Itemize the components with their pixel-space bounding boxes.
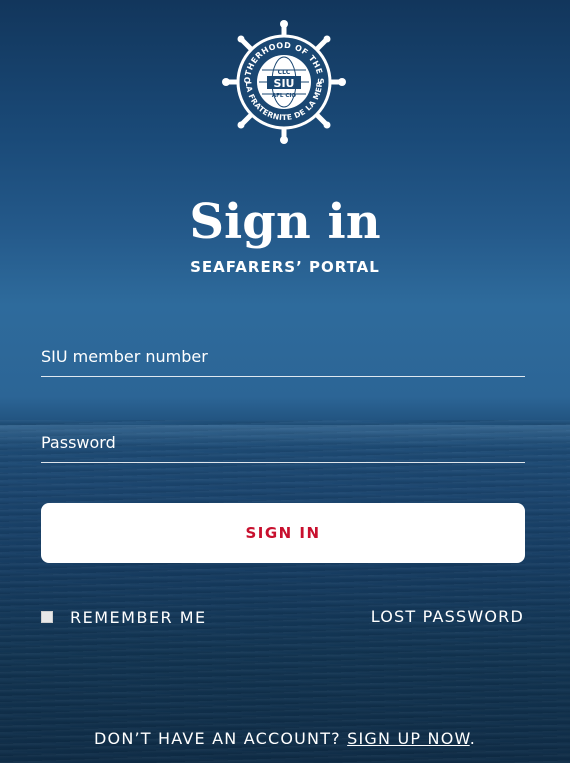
password-input[interactable] xyxy=(41,422,525,462)
password-field xyxy=(41,422,525,463)
signup-prompt-suffix: . xyxy=(469,729,476,748)
remember-me[interactable]: REMEMBER ME xyxy=(41,606,207,628)
sign-in-button[interactable]: SIGN IN xyxy=(41,503,525,563)
remember-me-checkbox[interactable] xyxy=(41,611,53,623)
logo-center-bottom: AFL CIO xyxy=(272,93,297,99)
remember-me-label[interactable]: REMEMBER ME xyxy=(70,608,207,627)
page-title: Sign in xyxy=(189,194,381,250)
lost-password-link[interactable]: LOST PASSWORD xyxy=(371,606,524,628)
member-number-input[interactable] xyxy=(41,336,525,376)
sea-background xyxy=(0,420,570,763)
member-number-field xyxy=(41,336,525,377)
page-subtitle: SEAFARERS’ PORTAL xyxy=(190,258,380,276)
siu-logo: BROTHERHOOD OF THE SEA LA FRATERNITE DE … xyxy=(222,20,346,144)
signup-prompt-text: DON’T HAVE AN ACCOUNT? xyxy=(94,729,348,748)
logo-center-top: CLC xyxy=(278,69,291,76)
logo-center-main: SIU xyxy=(274,77,295,90)
sign-up-link[interactable]: SIGN UP NOW xyxy=(347,729,470,748)
signup-prompt: DON’T HAVE AN ACCOUNT? SIGN UP NOW. xyxy=(0,728,570,750)
